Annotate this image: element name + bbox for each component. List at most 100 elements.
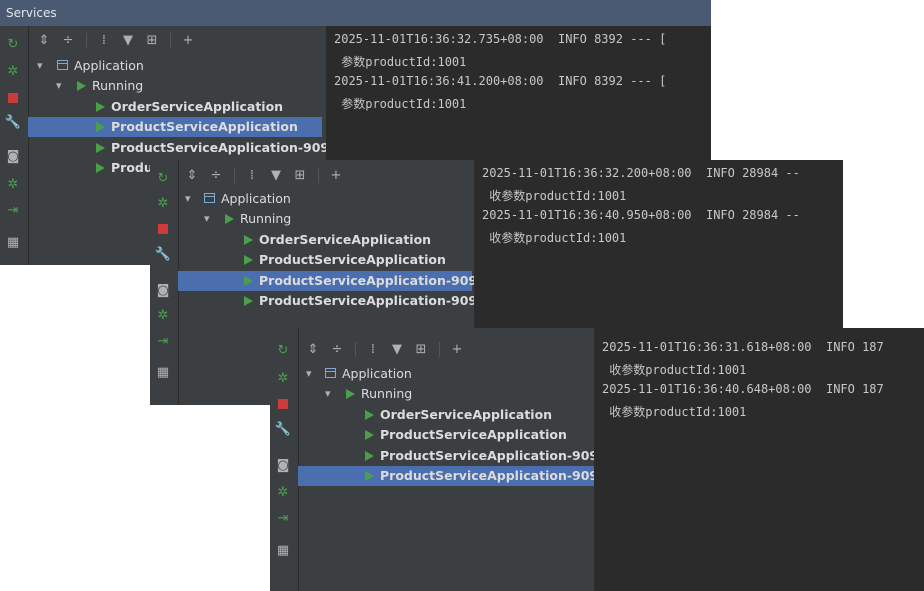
run-icon	[346, 389, 355, 399]
application-icon	[57, 60, 68, 70]
tree-item-product-service[interactable]: ProductServiceApplication	[178, 250, 472, 270]
filter-icon[interactable]: ▼	[389, 341, 405, 357]
run-icon	[365, 471, 374, 481]
expand-all-icon[interactable]: ⇕	[36, 32, 52, 48]
run-icon	[96, 102, 105, 112]
rerun-icon[interactable]: ↻	[154, 170, 172, 186]
chevron-down-icon[interactable]: ▾	[306, 364, 312, 384]
debug-icon[interactable]: ✲	[4, 63, 22, 79]
collapse-all-icon[interactable]: ÷	[329, 341, 345, 357]
rerun-icon[interactable]: ↻	[274, 342, 292, 358]
tree-item-product-service[interactable]: ProductServiceApplication	[298, 425, 594, 445]
run-icon	[244, 296, 253, 306]
collapse-all-icon[interactable]: ÷	[60, 32, 76, 48]
run-icon	[365, 410, 374, 420]
console-line: 参数productId:1001	[334, 55, 467, 69]
expand-all-icon[interactable]: ⇕	[184, 167, 200, 183]
debug-bug-icon[interactable]: ✲	[4, 176, 22, 192]
tree-item-order-service[interactable]: OrderServiceApplication	[298, 405, 594, 425]
console-line: 收参数productId:1001	[482, 231, 627, 245]
collapse-all-icon[interactable]: ÷	[208, 167, 224, 183]
services-toolbar: ⇕ ÷ ⁞ ▼ ⊞ +	[298, 337, 588, 363]
layout-icon[interactable]: ▦	[154, 364, 172, 380]
new-tab-icon[interactable]: ⊞	[144, 32, 160, 48]
left-action-strip: ↻ ✲ 🔧 ◙ ✲ ⇥ ▦	[0, 26, 29, 265]
screenshot-icon[interactable]: ◙	[274, 457, 292, 473]
run-icon	[365, 451, 374, 461]
chevron-down-icon[interactable]: ▾	[37, 56, 43, 76]
tree-node-application[interactable]: ▾ Application	[28, 56, 322, 76]
tree-item-product-service-9092[interactable]: ProductServiceApplication-9092	[298, 466, 607, 486]
settings-wrench-icon[interactable]: 🔧	[4, 114, 22, 130]
left-action-strip: ↻ ✲ 🔧 ◙ ✲ ⇥ ▦	[150, 160, 179, 405]
layout-icon[interactable]: ▦	[274, 542, 292, 558]
group-icon[interactable]: ⁞	[96, 32, 112, 48]
add-icon[interactable]: +	[449, 341, 465, 357]
tree-node-running[interactable]: ▾ Running	[178, 209, 472, 229]
console-line: 参数productId:1001	[334, 97, 467, 111]
services-window-3: ↻ ✲ 🔧 ◙ ✲ ⇥ ▦ ⇕ ÷ ⁞ ▼ ⊞ + ▾ Application …	[270, 328, 924, 591]
tree-item-order-service[interactable]: OrderServiceApplication	[178, 230, 472, 250]
rerun-icon[interactable]: ↻	[4, 36, 22, 52]
debug-icon[interactable]: ✲	[154, 195, 172, 211]
run-icon	[96, 143, 105, 153]
run-icon	[244, 255, 253, 265]
run-icon	[96, 163, 105, 173]
run-icon	[225, 214, 234, 224]
stop-icon[interactable]	[4, 90, 22, 106]
application-icon	[204, 193, 215, 203]
settings-wrench-icon[interactable]: 🔧	[154, 246, 172, 262]
filter-icon[interactable]: ▼	[120, 32, 136, 48]
layout-icon[interactable]: ▦	[4, 234, 22, 250]
new-tab-icon[interactable]: ⊞	[413, 341, 429, 357]
console-line: 2025-11-01T16:36:31.618+08:00 INFO 187	[602, 340, 884, 354]
tree-item-product-service-9092[interactable]: ProductServiceApplication-9092	[178, 291, 486, 311]
stop-icon[interactable]	[154, 221, 172, 237]
add-icon[interactable]: +	[180, 32, 196, 48]
tree-item-order-service[interactable]: OrderServiceApplication	[28, 97, 322, 117]
exit-icon[interactable]: ⇥	[154, 333, 172, 349]
run-icon	[244, 276, 253, 286]
console-line: 2025-11-01T16:36:32.200+08:00 INFO 28984…	[482, 166, 800, 180]
console-line: 收参数productId:1001	[482, 189, 627, 203]
add-icon[interactable]: +	[328, 167, 344, 183]
chevron-down-icon[interactable]: ▾	[56, 76, 62, 96]
group-icon[interactable]: ⁞	[365, 341, 381, 357]
filter-icon[interactable]: ▼	[268, 167, 284, 183]
run-icon	[96, 122, 105, 132]
console-line: 2025-11-01T16:36:41.200+08:00 INFO 8392 …	[334, 74, 667, 88]
tree-node-running[interactable]: ▾ Running	[298, 384, 594, 404]
console-line: 2025-11-01T16:36:40.648+08:00 INFO 187	[602, 382, 884, 396]
services-title: Services	[0, 0, 711, 26]
stop-icon[interactable]	[274, 396, 292, 412]
tree-item-product-service-9091[interactable]: ProductServiceApplication-9091	[298, 446, 607, 466]
console-line: 2025-11-01T16:36:40.950+08:00 INFO 28984…	[482, 208, 800, 222]
services-toolbar: ⇕ ÷ ⁞ ▼ ⊞ +	[28, 28, 328, 54]
screenshot-icon[interactable]: ◙	[4, 148, 22, 164]
tree-item-product-service[interactable]: ProductServiceApplication	[28, 117, 322, 137]
chevron-down-icon[interactable]: ▾	[204, 209, 210, 229]
screenshot-icon[interactable]: ◙	[154, 282, 172, 298]
expand-all-icon[interactable]: ⇕	[305, 341, 321, 357]
settings-wrench-icon[interactable]: 🔧	[274, 421, 292, 437]
exit-icon[interactable]: ⇥	[4, 202, 22, 218]
chevron-down-icon[interactable]: ▾	[185, 189, 191, 209]
new-tab-icon[interactable]: ⊞	[292, 167, 308, 183]
tree-node-application[interactable]: ▾ Application	[298, 364, 594, 384]
tree-node-application[interactable]: ▾ Application	[178, 189, 472, 209]
debug-bug-icon[interactable]: ✲	[154, 307, 172, 323]
group-icon[interactable]: ⁞	[244, 167, 260, 183]
tree-node-running[interactable]: ▾ Running	[28, 76, 322, 96]
chevron-down-icon[interactable]: ▾	[325, 384, 331, 404]
console-output[interactable]: 2025-11-01T16:36:31.618+08:00 INFO 187 收…	[594, 328, 924, 591]
debug-icon[interactable]: ✲	[274, 370, 292, 386]
application-icon	[325, 368, 336, 378]
run-icon	[244, 235, 253, 245]
tree-item-product-service-9091[interactable]: ProductServiceApplication-9091	[178, 271, 486, 291]
exit-icon[interactable]: ⇥	[274, 510, 292, 526]
tree-item-product-service-9091[interactable]: ProductServiceApplication-9091	[28, 138, 338, 158]
run-icon	[77, 81, 86, 91]
debug-bug-icon[interactable]: ✲	[274, 484, 292, 500]
services-tree: ▾ Application ▾ Running OrderServiceAppl…	[298, 364, 607, 591]
left-action-strip: ↻ ✲ 🔧 ◙ ✲ ⇥ ▦	[270, 328, 299, 591]
